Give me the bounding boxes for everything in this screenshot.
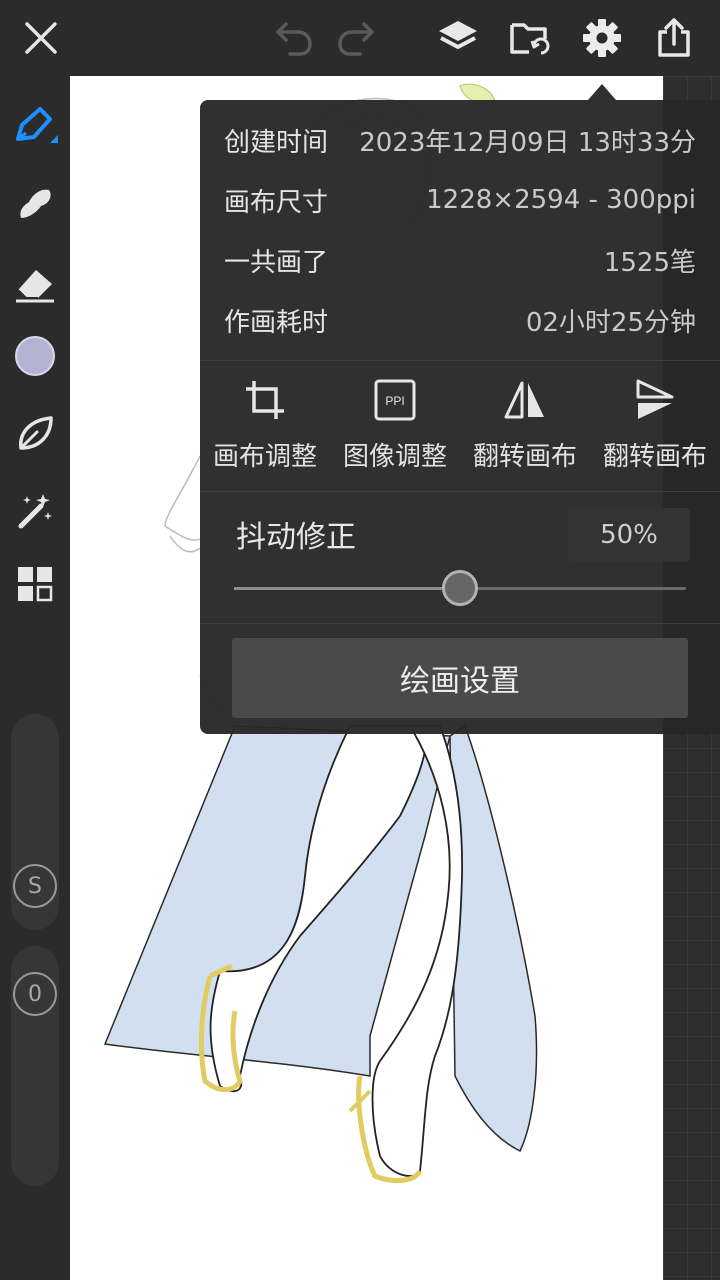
stabilizer-value[interactable]: 50%: [568, 508, 690, 562]
drawing-settings-button[interactable]: 绘画设置: [232, 638, 688, 718]
size-button[interactable]: S: [13, 864, 57, 908]
layers-icon[interactable]: [434, 14, 482, 62]
gear-icon[interactable]: [578, 14, 626, 62]
action-label: 图像调整: [342, 442, 447, 472]
grid-icon[interactable]: [11, 560, 59, 608]
info-label: 创建时间: [224, 127, 329, 158]
left-toolbar: S 0: [0, 76, 70, 1280]
flip-vertical-icon: [631, 376, 679, 424]
image-adjust-button[interactable]: PPI 图像调整: [330, 370, 460, 480]
stabilizer-slider-fill: [234, 587, 460, 590]
info-row-created: 创建时间 2023年12月09日 13时33分: [224, 120, 696, 160]
opacity-button[interactable]: 0: [13, 972, 57, 1016]
action-label: 翻转画布: [602, 442, 707, 472]
info-value: 02小时25分钟: [525, 307, 696, 338]
opacity-button-label: 0: [28, 981, 42, 1007]
info-row-duration: 作画耗时 02小时25分钟: [224, 300, 696, 340]
drawing-app: S 0 创建时间 2023年12月09日 13时33分 画布尺寸 1228×25…: [0, 0, 720, 1280]
close-icon[interactable]: [17, 14, 65, 62]
info-value: 2023年12月09日 13时33分: [359, 127, 696, 158]
smudge-icon[interactable]: [11, 180, 59, 228]
action-label: 画布调整: [212, 442, 317, 472]
crop-icon: [241, 376, 289, 424]
flip-horizontal-icon: [501, 376, 549, 424]
info-row-canvas-size: 画布尺寸 1228×2594 - 300ppi: [224, 180, 696, 220]
top-toolbar: [0, 0, 720, 76]
info-value: 1525笔: [603, 247, 696, 278]
undo-icon[interactable]: [270, 14, 318, 62]
redo-icon[interactable]: [332, 14, 380, 62]
stabilizer-slider[interactable]: [234, 570, 686, 606]
divider: [200, 360, 720, 361]
info-label: 一共画了: [224, 247, 329, 278]
info-label: 作画耗时: [224, 307, 329, 338]
stabilizer-slider-thumb[interactable]: [442, 570, 478, 606]
eraser-icon[interactable]: [11, 260, 59, 308]
size-button-label: S: [28, 873, 42, 899]
leaf-icon[interactable]: [11, 410, 59, 458]
info-row-strokes: 一共画了 1525笔: [224, 240, 696, 280]
canvas-info-popover: 创建时间 2023年12月09日 13时33分 画布尺寸 1228×2594 -…: [200, 100, 720, 734]
stabilizer-label: 抖动修正: [236, 520, 356, 555]
folder-refresh-icon[interactable]: [506, 14, 554, 62]
pen-icon[interactable]: [11, 102, 59, 150]
ppi-icon: PPI: [371, 376, 419, 424]
flip-canvas-vertical-button[interactable]: 翻转画布: [590, 370, 720, 480]
action-label: 翻转画布: [472, 442, 577, 472]
flip-canvas-horizontal-button[interactable]: 翻转画布: [460, 370, 590, 480]
magic-wand-icon[interactable]: [11, 486, 59, 534]
info-label: 画布尺寸: [224, 187, 329, 218]
canvas-adjust-button[interactable]: 画布调整: [200, 370, 330, 480]
share-icon[interactable]: [650, 14, 698, 62]
info-value: 1228×2594 - 300ppi: [426, 185, 696, 215]
ppi-badge-text: PPI: [385, 394, 404, 408]
popover-arrow: [588, 84, 616, 100]
color-swatch[interactable]: [11, 332, 59, 380]
divider: [200, 491, 720, 492]
divider: [200, 623, 720, 624]
